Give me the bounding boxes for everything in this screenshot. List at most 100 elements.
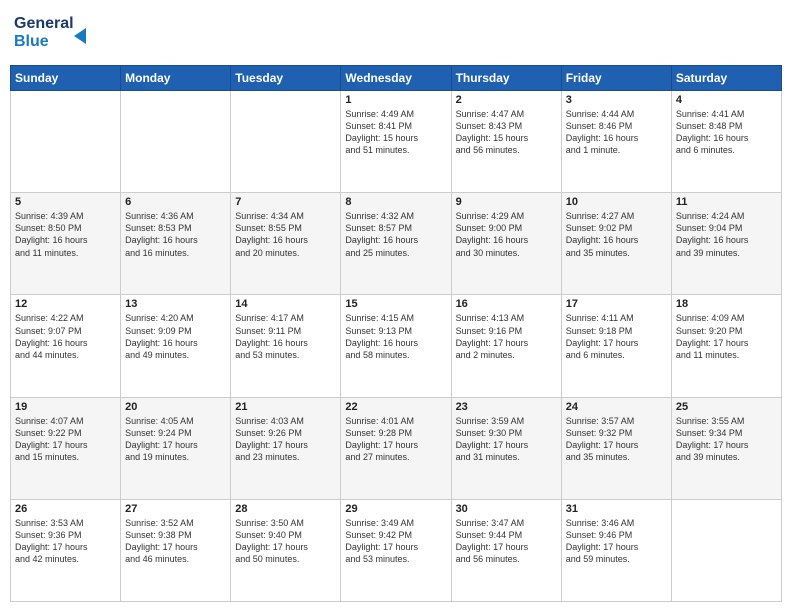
calendar-cell: 4Sunrise: 4:41 AM Sunset: 8:48 PM Daylig… — [671, 91, 781, 193]
day-detail: Sunrise: 3:57 AM Sunset: 9:32 PM Dayligh… — [566, 415, 667, 464]
calendar-cell: 2 Sunrise: 4:47 AM Sunset: 8:43 PM Daylig… — [451, 91, 561, 193]
calendar-cell: 19 Sunrise: 4:07 AM Sunset: 9:22 PM Dayli… — [11, 397, 121, 499]
day-number: 7 — [235, 196, 336, 208]
day-detail: Sunrise: 3:55 AM Sunset: 9:34 PM Dayligh… — [676, 415, 777, 464]
day-detail: Sunrise: 4:34 AM Sunset: 8:55 PM Dayligh… — [235, 210, 336, 259]
day-number: 30 — [456, 503, 557, 515]
day-number: 11 — [676, 196, 777, 208]
day-number: 29 — [345, 503, 446, 515]
day-detail: Sunrise: 4:29 AM Sunset: 9:00 PM Dayligh… — [456, 210, 557, 259]
day-detail: Sunrise: 3:50 AM Sunset: 9:40 PM Dayligh… — [235, 517, 336, 566]
calendar-cell: 23Sunrise: 3:59 AM Sunset: 9:30 PM Dayli… — [451, 397, 561, 499]
logo: General Blue — [14, 10, 104, 57]
day-detail: Sunrise: 4:27 AM Sunset: 9:02 PM Dayligh… — [566, 210, 667, 259]
calendar-cell: 22 Sunrise: 4:01 AM Sunset: 9:28 PM Dayli… — [341, 397, 451, 499]
day-detail: Sunrise: 3:47 AM Sunset: 9:44 PM Dayligh… — [456, 517, 557, 566]
day-detail: Sunrise: 4:05 AM Sunset: 9:24 PM Dayligh… — [125, 415, 226, 464]
page: General Blue SundayMondayTuesdayWednesda… — [0, 0, 792, 612]
day-detail: Sunrise: 4:44 AM Sunset: 8:46 PM Dayligh… — [566, 108, 667, 157]
day-number: 24 — [566, 401, 667, 413]
calendar-cell: 29 Sunrise: 3:49 AM Sunset: 9:42 PM Dayli… — [341, 499, 451, 601]
calendar-cell: 28Sunrise: 3:50 AM Sunset: 9:40 PM Dayli… — [231, 499, 341, 601]
day-number: 8 — [345, 196, 446, 208]
day-detail: Sunrise: 4:03 AM Sunset: 9:26 PM Dayligh… — [235, 415, 336, 464]
day-detail: Sunrise: 4:20 AM Sunset: 9:09 PM Dayligh… — [125, 312, 226, 361]
day-number: 5 — [15, 196, 116, 208]
day-number: 2 — [456, 94, 557, 106]
day-detail: Sunrise: 4:07 AM Sunset: 9:22 PM Dayligh… — [15, 415, 116, 464]
calendar-cell — [231, 91, 341, 193]
day-detail: Sunrise: 4:22 AM Sunset: 9:07 PM Dayligh… — [15, 312, 116, 361]
day-detail: Sunrise: 4:32 AM Sunset: 8:57 PM Dayligh… — [345, 210, 446, 259]
calendar-cell: 1 Sunrise: 4:49 AM Sunset: 8:41 PM Daylig… — [341, 91, 451, 193]
calendar-cell: 24 Sunrise: 3:57 AM Sunset: 9:32 PM Dayli… — [561, 397, 671, 499]
logo-text: General Blue — [14, 10, 104, 57]
day-detail: Sunrise: 4:13 AM Sunset: 9:16 PM Dayligh… — [456, 312, 557, 361]
calendar-cell: 10 Sunrise: 4:27 AM Sunset: 9:02 PM Dayli… — [561, 193, 671, 295]
weekday-header-wednesday: Wednesday — [341, 66, 451, 91]
calendar-cell: 17 Sunrise: 4:11 AM Sunset: 9:18 PM Dayli… — [561, 295, 671, 397]
calendar-cell: 7 Sunrise: 4:34 AM Sunset: 8:55 PM Daylig… — [231, 193, 341, 295]
day-detail: Sunrise: 4:09 AM Sunset: 9:20 PM Dayligh… — [676, 312, 777, 361]
weekday-header-monday: Monday — [121, 66, 231, 91]
calendar-cell: 18 Sunrise: 4:09 AM Sunset: 9:20 PM Dayli… — [671, 295, 781, 397]
svg-text:General: General — [14, 15, 74, 32]
svg-text:Blue: Blue — [14, 33, 49, 50]
day-number: 21 — [235, 401, 336, 413]
day-number: 18 — [676, 298, 777, 310]
day-number: 10 — [566, 196, 667, 208]
calendar-cell: 26 Sunrise: 3:53 AM Sunset: 9:36 PM Dayli… — [11, 499, 121, 601]
week-row-3: 12 Sunrise: 4:22 AM Sunset: 9:07 PM Dayli… — [11, 295, 782, 397]
calendar-cell — [11, 91, 121, 193]
calendar-cell: 5 Sunrise: 4:39 AM Sunset: 8:50 PM Daylig… — [11, 193, 121, 295]
day-number: 15 — [345, 298, 446, 310]
day-detail: Sunrise: 3:46 AM Sunset: 9:46 PM Dayligh… — [566, 517, 667, 566]
day-number: 20 — [125, 401, 226, 413]
calendar-cell: 14 Sunrise: 4:17 AM Sunset: 9:11 PM Dayli… — [231, 295, 341, 397]
calendar-cell: 27 Sunrise: 3:52 AM Sunset: 9:38 PM Dayli… — [121, 499, 231, 601]
day-number: 3 — [566, 94, 667, 106]
weekday-header-saturday: Saturday — [671, 66, 781, 91]
calendar-cell: 13Sunrise: 4:20 AM Sunset: 9:09 PM Dayli… — [121, 295, 231, 397]
day-number: 26 — [15, 503, 116, 515]
day-detail: Sunrise: 4:49 AM Sunset: 8:41 PM Dayligh… — [345, 108, 446, 157]
day-detail: Sunrise: 4:36 AM Sunset: 8:53 PM Dayligh… — [125, 210, 226, 259]
day-detail: Sunrise: 3:59 AM Sunset: 9:30 PM Dayligh… — [456, 415, 557, 464]
day-detail: Sunrise: 3:52 AM Sunset: 9:38 PM Dayligh… — [125, 517, 226, 566]
calendar-cell: 6Sunrise: 4:36 AM Sunset: 8:53 PM Daylig… — [121, 193, 231, 295]
day-number: 31 — [566, 503, 667, 515]
day-detail: Sunrise: 4:39 AM Sunset: 8:50 PM Dayligh… — [15, 210, 116, 259]
day-number: 16 — [456, 298, 557, 310]
day-number: 22 — [345, 401, 446, 413]
day-detail: Sunrise: 4:11 AM Sunset: 9:18 PM Dayligh… — [566, 312, 667, 361]
day-detail: Sunrise: 4:15 AM Sunset: 9:13 PM Dayligh… — [345, 312, 446, 361]
calendar-cell: 30 Sunrise: 3:47 AM Sunset: 9:44 PM Dayli… — [451, 499, 561, 601]
day-detail: Sunrise: 4:17 AM Sunset: 9:11 PM Dayligh… — [235, 312, 336, 361]
calendar-cell: 8 Sunrise: 4:32 AM Sunset: 8:57 PM Daylig… — [341, 193, 451, 295]
day-number: 4 — [676, 94, 777, 106]
day-detail: Sunrise: 4:01 AM Sunset: 9:28 PM Dayligh… — [345, 415, 446, 464]
calendar-cell: 31 Sunrise: 3:46 AM Sunset: 9:46 PM Dayli… — [561, 499, 671, 601]
weekday-header-friday: Friday — [561, 66, 671, 91]
calendar-cell — [671, 499, 781, 601]
day-number: 14 — [235, 298, 336, 310]
day-detail: Sunrise: 4:47 AM Sunset: 8:43 PM Dayligh… — [456, 108, 557, 157]
calendar-cell — [121, 91, 231, 193]
day-number: 9 — [456, 196, 557, 208]
week-row-1: 1 Sunrise: 4:49 AM Sunset: 8:41 PM Daylig… — [11, 91, 782, 193]
day-number: 12 — [15, 298, 116, 310]
week-row-2: 5 Sunrise: 4:39 AM Sunset: 8:50 PM Daylig… — [11, 193, 782, 295]
weekday-header-tuesday: Tuesday — [231, 66, 341, 91]
calendar-table: SundayMondayTuesdayWednesdayThursdayFrid… — [10, 65, 782, 602]
week-row-5: 26 Sunrise: 3:53 AM Sunset: 9:36 PM Dayli… — [11, 499, 782, 601]
day-number: 27 — [125, 503, 226, 515]
calendar-cell: 21 Sunrise: 4:03 AM Sunset: 9:26 PM Dayli… — [231, 397, 341, 499]
calendar-cell: 12 Sunrise: 4:22 AM Sunset: 9:07 PM Dayli… — [11, 295, 121, 397]
day-detail: Sunrise: 3:49 AM Sunset: 9:42 PM Dayligh… — [345, 517, 446, 566]
day-number: 1 — [345, 94, 446, 106]
calendar-cell: 20 Sunrise: 4:05 AM Sunset: 9:24 PM Dayli… — [121, 397, 231, 499]
day-number: 19 — [15, 401, 116, 413]
day-detail: Sunrise: 3:53 AM Sunset: 9:36 PM Dayligh… — [15, 517, 116, 566]
day-number: 17 — [566, 298, 667, 310]
calendar-cell: 9 Sunrise: 4:29 AM Sunset: 9:00 PM Daylig… — [451, 193, 561, 295]
